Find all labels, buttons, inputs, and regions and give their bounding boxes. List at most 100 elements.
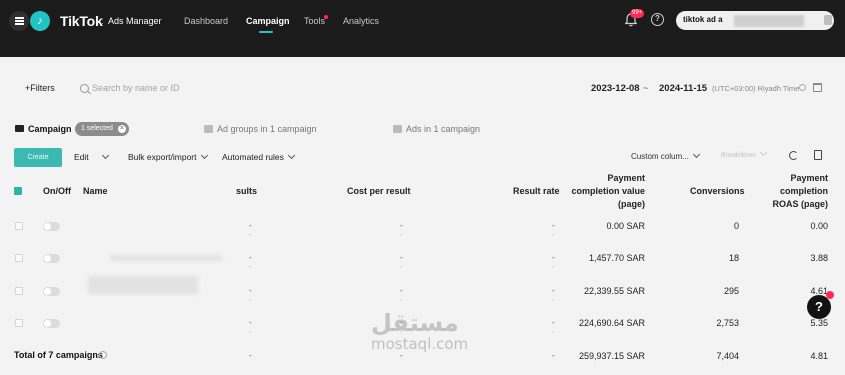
watermark: مستقل mostaql.com [371,309,468,353]
account-name: tiktok ad a [683,15,723,24]
header-results[interactable]: sults [236,185,257,198]
row-checkbox[interactable] [15,319,23,327]
header-result-rate[interactable]: Result rate [513,185,560,198]
calendar-icon[interactable] [813,83,822,92]
ad-icon [393,125,402,133]
help-notification-dot [826,291,834,299]
header-on-off[interactable]: On/Off [43,185,71,198]
account-name-redacted [734,15,804,27]
campaign-toggle[interactable] [43,287,60,296]
clear-selection-icon[interactable]: × [117,125,126,133]
rules-label: Automated rules [222,152,284,162]
cell-cost-sub: - [400,264,403,271]
help-icon[interactable]: ? [651,13,664,26]
campaign-toggle[interactable] [43,319,60,328]
selected-count-pill[interactable]: 1 selected × [75,122,129,136]
chevron-down-icon [692,150,700,159]
tab-campaign[interactable]: Campaign [28,124,72,134]
header-conversions[interactable]: Conversions [690,185,745,198]
chevron-down-icon [200,151,208,160]
date-start[interactable]: 2023-12-08 [591,83,640,94]
row-checkbox[interactable] [15,254,23,262]
campaign-toggle[interactable] [43,222,60,231]
cell-results-sub: - [249,329,252,336]
header-pcv-line3: (page) [618,199,645,209]
header-pcv-line1: Payment [607,173,645,183]
bulk-export-import-dropdown[interactable]: Bulk export/import [128,151,208,162]
cell-results-sub: - [249,264,252,271]
header-roas-line1: Payment [790,173,828,183]
cell-cost: - [400,286,403,295]
nav-active-indicator [259,31,273,33]
custom-columns-label: Custom colum... [631,152,689,161]
campaign-name-redacted[interactable] [88,276,198,294]
tab-ad-groups[interactable]: Ad groups in 1 campaign [217,124,317,134]
header-payment-completion-value[interactable]: Payment completion value (page) [555,172,645,211]
nav-dashboard[interactable]: Dashboard [184,16,228,26]
cell-payment-value: 1,457.70 SAR [588,253,645,263]
nav-campaign[interactable]: Campaign [246,16,290,26]
cell-results: - [249,221,252,230]
cell-rate-sub: - [552,232,555,239]
cell-payment-value: 224,690.64 SAR [578,318,645,328]
total-results: - [249,351,252,360]
cell-roas: 3.88 [810,253,828,263]
cell-conversions: 18 [728,253,739,263]
total-conversions: 7,404 [716,351,739,361]
watermark-arabic: مستقل [371,309,459,337]
hamburger-menu-icon[interactable] [9,11,29,31]
folder-icon [15,125,24,132]
cell-results: - [249,318,252,327]
header-cost-per-result[interactable]: Cost per result [347,185,411,198]
search-input[interactable] [92,81,272,95]
export-icon[interactable] [814,150,822,160]
header-payment-completion-roas[interactable]: Payment completion ROAS (page) [748,172,828,211]
total-info-icon[interactable] [99,351,107,359]
timezone-info-icon[interactable] [799,84,806,91]
campaign-toggle[interactable] [43,254,60,263]
cell-roas: 5.35 [810,318,828,328]
cell-conversions: 0 [733,221,739,231]
filters-button[interactable]: +Filters [25,83,55,93]
top-navigation-bar: ♪ TikTok : Ads Manager Dashboard Campaig… [0,0,845,57]
tab-ads[interactable]: Ads in 1 campaign [406,124,480,134]
cell-conversions: 2,753 [716,318,739,328]
total-label: Total of 7 campaigns [14,350,103,360]
chevron-down-icon [759,148,768,157]
cell-cost: - [400,221,403,230]
cell-conversions: 295 [723,286,739,296]
cell-results: - [249,253,252,262]
refresh-icon[interactable] [789,151,798,160]
select-all-checkbox[interactable] [14,187,22,195]
header-name[interactable]: Name [83,185,108,198]
cell-payment-value: 0.00 SAR [606,221,645,231]
nav-analytics[interactable]: Analytics [343,16,379,26]
chevron-down-icon [287,151,295,160]
account-switcher[interactable]: tiktok ad a [676,11,834,30]
timezone-label: (UTC+03:00) Riyadh Time [712,84,800,93]
campaign-name-redacted[interactable] [110,255,222,261]
create-button[interactable]: Create [14,148,62,167]
edit-label: Edit [74,152,89,162]
date-end[interactable]: 2024-11-15 [659,83,707,94]
cell-roas: 0.00 [810,221,828,231]
breakdown-dropdown[interactable]: Breakdown [721,148,768,159]
brand-name: TikTok [60,13,103,29]
header-roas-line3: ROAS (page) [772,199,828,209]
user-icon [824,15,832,25]
row-checkbox[interactable] [15,287,23,295]
date-separator: ~ [643,83,649,93]
automated-rules-dropdown[interactable]: Automated rules [222,151,295,162]
search-icon [80,84,89,93]
cell-rate-sub: - [552,264,555,271]
watermark-latin: mostaql.com [371,335,469,353]
cell-cost-sub: - [400,232,403,239]
custom-columns-dropdown[interactable]: Custom colum... [631,150,700,161]
edit-dropdown[interactable]: Edit [74,151,109,162]
tiktok-logo-icon[interactable]: ♪ [30,11,50,31]
bulk-label: Bulk export/import [128,152,197,162]
row-checkbox[interactable] [15,222,23,230]
header-roas-line2: completion [779,186,828,196]
total-roas: 4.81 [810,351,828,361]
nav-tools[interactable]: Tools [304,16,325,26]
